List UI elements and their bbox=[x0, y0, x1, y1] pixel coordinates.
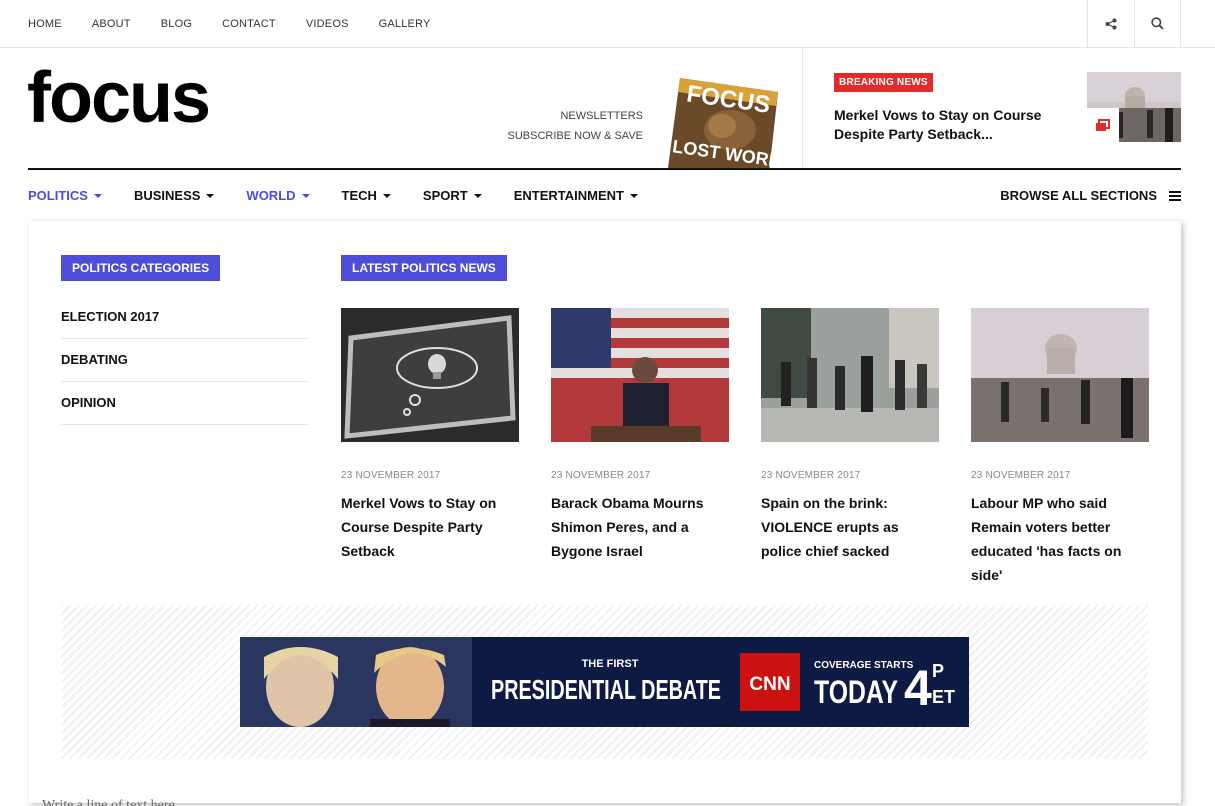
top-nav-videos[interactable]: VIDEOS bbox=[306, 18, 349, 30]
ad-line-2: PRESIDENTIAL DEBATE bbox=[491, 674, 721, 705]
article-thumbnail[interactable] bbox=[971, 308, 1149, 442]
article-title[interactable]: Barack Obama Mourns Shimon Peres, and a … bbox=[551, 491, 729, 563]
article-date: 23 NOVEMBER 2017 bbox=[971, 470, 1071, 481]
share-icon bbox=[1105, 18, 1117, 29]
top-nav-about[interactable]: ABOUT bbox=[92, 18, 131, 30]
flag-speech-photo bbox=[551, 308, 729, 442]
search-icon bbox=[1151, 17, 1164, 30]
magazine-cover[interactable]: FOCUS LOST WORLD bbox=[660, 72, 780, 168]
top-bar: HOME ABOUT BLOG CONTACT VIDEOS GALLERY bbox=[0, 0, 1215, 48]
article-thumbnail[interactable] bbox=[761, 308, 939, 442]
category-election-2017[interactable]: ELECTION 2017 bbox=[61, 296, 308, 339]
article-title[interactable]: Merkel Vows to Stay on Course Despite Pa… bbox=[341, 491, 519, 563]
breaking-news-thumbnail[interactable] bbox=[1087, 72, 1181, 142]
cnn-logo: CNN bbox=[749, 674, 790, 695]
nav-business[interactable]: BUSINESS bbox=[133, 188, 215, 203]
article-card[interactable]: 23 NOVEMBER 2017 Labour MP who said Rema… bbox=[971, 308, 1149, 587]
ad-today: TODAY bbox=[814, 674, 898, 710]
category-debating[interactable]: DEBATING bbox=[61, 339, 308, 382]
politics-mega-menu: POLITICS CATEGORIES LATEST POLITICS NEWS… bbox=[29, 221, 1181, 803]
browse-all-sections-label: BROWSE ALL SECTIONS bbox=[1000, 188, 1157, 203]
caret-down-icon bbox=[93, 193, 102, 198]
site-logo[interactable]: focus bbox=[27, 62, 211, 134]
nav-tech-label: TECH bbox=[341, 188, 377, 203]
top-nav: HOME ABOUT BLOG CONTACT VIDEOS GALLERY bbox=[28, 0, 461, 47]
nav-world-label: WORLD bbox=[246, 188, 296, 203]
share-button[interactable] bbox=[1087, 0, 1134, 47]
nav-entertainment[interactable]: ENTERTAINMENT bbox=[514, 188, 638, 203]
advertisement-banner[interactable]: THE FIRST PRESIDENTIAL DEBATE CNN COVERA… bbox=[240, 637, 969, 727]
article-date: 23 NOVEMBER 2017 bbox=[551, 470, 651, 481]
newsletter-label: NEWSLETTERS bbox=[560, 110, 643, 122]
article-card[interactable]: 23 NOVEMBER 2017 Barack Obama Mourns Shi… bbox=[551, 308, 729, 587]
breaking-news-title[interactable]: Merkel Vows to Stay on Course Despite Pa… bbox=[834, 106, 1064, 144]
cathedral-photo bbox=[1087, 72, 1181, 142]
category-opinion[interactable]: OPINION bbox=[61, 382, 308, 425]
lightbulb-photo bbox=[341, 308, 519, 442]
caret-down-icon bbox=[629, 193, 638, 198]
nav-tech[interactable]: TECH bbox=[342, 188, 391, 203]
nav-world[interactable]: WORLD bbox=[246, 188, 310, 203]
caret-down-icon bbox=[301, 193, 310, 198]
ad-line-1: THE FIRST bbox=[582, 658, 639, 670]
main-nav: POLITICS BUSINESS WORLD TECH SPORT ENTER… bbox=[28, 168, 1181, 221]
caret-down-icon bbox=[473, 193, 482, 198]
nav-sport-label: SPORT bbox=[422, 188, 468, 203]
ad-time-p: P bbox=[932, 661, 944, 681]
ad-coverage-line: COVERAGE STARTS bbox=[814, 660, 914, 671]
header-divider bbox=[802, 48, 803, 168]
top-icons bbox=[1087, 0, 1181, 47]
search-button[interactable] bbox=[1134, 0, 1181, 47]
caret-down-icon bbox=[382, 193, 391, 198]
nav-entertainment-label: ENTERTAINMENT bbox=[513, 188, 624, 203]
subscribe-label: SUBSCRIBE NOW & SAVE bbox=[507, 130, 644, 142]
top-nav-blog[interactable]: BLOG bbox=[161, 18, 192, 30]
nav-politics[interactable]: POLITICS bbox=[28, 188, 102, 203]
top-nav-contact[interactable]: CONTACT bbox=[222, 18, 276, 30]
top-nav-home[interactable]: HOME bbox=[28, 18, 62, 30]
article-date: 23 NOVEMBER 2017 bbox=[761, 470, 861, 481]
top-nav-gallery[interactable]: GALLERY bbox=[379, 18, 431, 30]
latest-news-heading: LATEST POLITICS NEWS bbox=[341, 255, 507, 281]
cathedral-bridge-photo bbox=[971, 308, 1149, 442]
magazine-cover-image: FOCUS LOST WORLD bbox=[668, 78, 780, 168]
category-list: ELECTION 2017 DEBATING OPINION bbox=[61, 296, 308, 425]
article-cards: 23 NOVEMBER 2017 Merkel Vows to Stay on … bbox=[341, 308, 1149, 587]
breaking-news-badge: BREAKING NEWS bbox=[834, 73, 933, 92]
street-crowd-photo bbox=[761, 308, 939, 442]
browse-all-sections-button[interactable]: BROWSE ALL SECTIONS bbox=[1000, 170, 1181, 221]
caret-down-icon bbox=[206, 193, 215, 198]
nav-politics-label: POLITICS bbox=[28, 188, 88, 203]
advertisement-area: THE FIRST PRESIDENTIAL DEBATE CNN COVERA… bbox=[61, 605, 1148, 759]
faded-body-text: Write a line of text here bbox=[42, 798, 175, 806]
breaking-news: BREAKING NEWS Merkel Vows to Stay on Cou… bbox=[834, 72, 1064, 144]
article-thumbnail[interactable] bbox=[551, 308, 729, 442]
newsletter-promo[interactable]: NEWSLETTERS SUBSCRIBE NOW & SAVE bbox=[508, 106, 644, 146]
article-title[interactable]: Labour MP who said Remain voters better … bbox=[971, 491, 1149, 587]
ad-time-et: ET bbox=[932, 687, 955, 707]
article-title[interactable]: Spain on the brink: VIOLENCE erupts as p… bbox=[761, 491, 939, 563]
debate-ad-image: THE FIRST PRESIDENTIAL DEBATE CNN COVERA… bbox=[240, 637, 969, 727]
categories-heading: POLITICS CATEGORIES bbox=[61, 255, 221, 281]
article-thumbnail[interactable] bbox=[341, 308, 519, 442]
article-card[interactable]: 23 NOVEMBER 2017 Merkel Vows to Stay on … bbox=[341, 308, 519, 587]
ad-time: 4 bbox=[904, 660, 932, 716]
nav-sport[interactable]: SPORT bbox=[423, 188, 482, 203]
main-nav-items: POLITICS BUSINESS WORLD TECH SPORT ENTER… bbox=[28, 170, 670, 221]
nav-business-label: BUSINESS bbox=[133, 188, 201, 203]
menu-icon bbox=[1169, 190, 1181, 201]
article-card[interactable]: 23 NOVEMBER 2017 Spain on the brink: VIO… bbox=[761, 308, 939, 587]
article-date: 23 NOVEMBER 2017 bbox=[341, 470, 441, 481]
